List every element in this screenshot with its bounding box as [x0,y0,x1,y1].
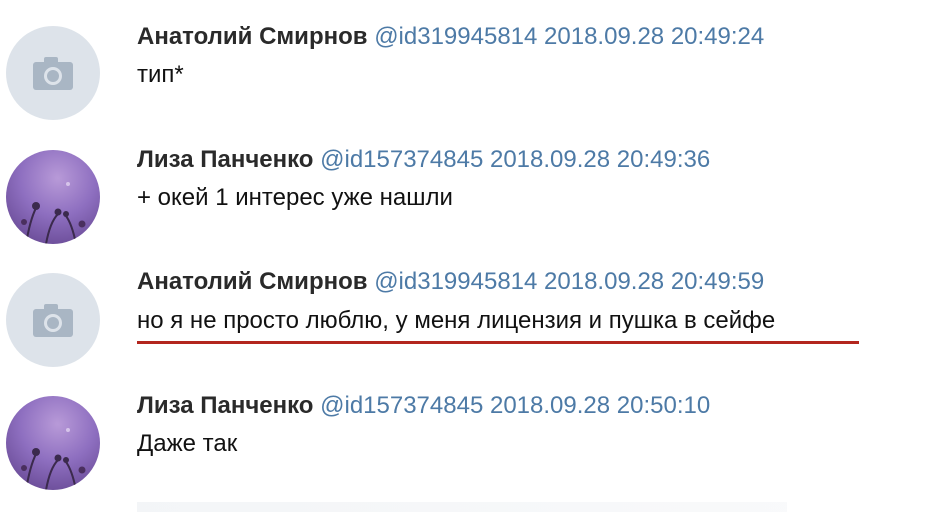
flowers-photo-icon [21,182,86,244]
message-header: Лиза Панченко @id157374845 2018.09.28 20… [137,391,710,421]
avatar[interactable] [6,150,100,244]
user-handle[interactable]: @id319945814 [374,268,537,295]
user-handle[interactable]: @id319945814 [374,23,537,50]
author-name[interactable]: Лиза Панченко [137,392,313,419]
timestamp[interactable]: 2018.09.28 20:49:24 [544,23,764,50]
message-text: тип* [137,61,184,88]
timestamp[interactable]: 2018.09.28 20:49:59 [544,268,764,295]
author-name[interactable]: Анатолий Смирнов [137,23,368,50]
camera-icon [33,57,73,90]
flowers-photo-icon [21,428,86,490]
user-handle[interactable]: @id157374845 [320,146,483,173]
message-text: Даже так [137,430,238,457]
next-message-cutoff [137,502,787,512]
user-handle[interactable]: @id157374845 [320,392,483,419]
message-header: Анатолий Смирнов @id319945814 2018.09.28… [137,267,764,297]
message-header: Анатолий Смирнов @id319945814 2018.09.28… [137,22,764,52]
camera-icon [33,304,73,337]
timestamp[interactable]: 2018.09.28 20:49:36 [490,146,710,173]
message-text: но я не просто люблю, у меня лицензия и … [137,307,776,334]
highlight-underline [137,341,859,344]
message-text: + окей 1 интерес уже нашли [137,184,453,211]
avatar[interactable] [6,396,100,490]
message-header: Лиза Панченко @id157374845 2018.09.28 20… [137,145,710,175]
message-feed: Анатолий Смирнов @id319945814 2018.09.28… [0,0,930,516]
author-name[interactable]: Анатолий Смирнов [137,268,368,295]
author-name[interactable]: Лиза Панченко [137,146,313,173]
avatar[interactable] [6,26,100,120]
timestamp[interactable]: 2018.09.28 20:50:10 [490,392,710,419]
avatar[interactable] [6,273,100,367]
